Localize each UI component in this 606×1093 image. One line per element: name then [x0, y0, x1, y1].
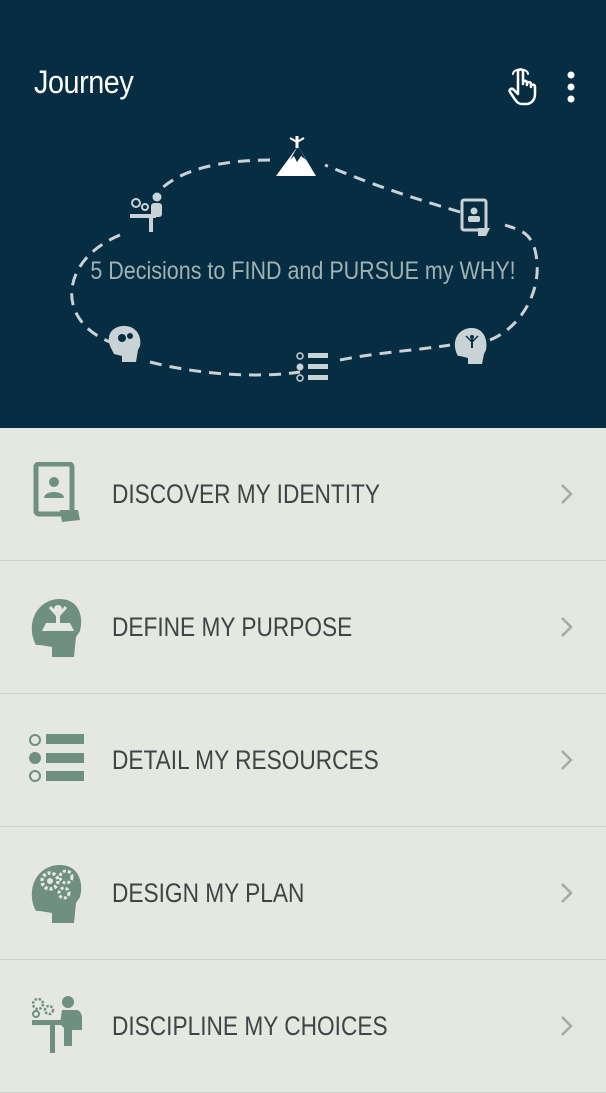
chevron-right-icon [561, 484, 573, 504]
resources-list-icon [29, 734, 84, 782]
tablet-identity-small-icon [460, 198, 490, 236]
gear-head-small-icon [108, 325, 141, 362]
more-vertical-icon [567, 71, 575, 103]
menu-item-label: DISCIPLINE MY CHOICES [112, 1011, 388, 1041]
menu-item-label: DISCOVER MY IDENTITY [112, 479, 380, 509]
chevron-right-icon [561, 1016, 573, 1036]
identity-tablet-icon [33, 462, 80, 522]
choices-desk-icon [31, 996, 82, 1053]
page-title: Journey [34, 64, 134, 100]
design-plan-item[interactable]: DESIGN MY PLAN [0, 827, 606, 960]
detail-resources-item[interactable]: DETAIL MY RESOURCES [0, 694, 606, 827]
menu-item-label: DESIGN MY PLAN [112, 878, 305, 908]
resource-list-small-icon [296, 352, 328, 382]
plan-gears-head-icon [31, 864, 82, 923]
purpose-head-small-icon [454, 327, 487, 364]
purpose-head-icon [31, 598, 82, 657]
decision-list: DISCOVER MY IDENTITY DEFINE MY PURPOSE D [0, 428, 606, 1093]
journey-tagline: 5 Decisions to FIND and PURSUE my WHY! [90, 257, 516, 285]
desk-person-small-icon [130, 192, 162, 232]
define-purpose-item[interactable]: DEFINE MY PURPOSE [0, 561, 606, 694]
chevron-right-icon [561, 617, 573, 637]
more-options-button[interactable] [558, 70, 584, 106]
tap-button[interactable] [504, 66, 540, 108]
chevron-right-icon [561, 750, 573, 770]
menu-item-label: DEFINE MY PURPOSE [112, 612, 353, 642]
app-header: Journey 5 Decisions to FIND and PURSUE m… [0, 0, 606, 428]
chevron-right-icon [561, 883, 573, 903]
menu-item-label: DETAIL MY RESOURCES [112, 745, 379, 775]
discipline-choices-item[interactable]: DISCIPLINE MY CHOICES [0, 960, 606, 1093]
discover-identity-item[interactable]: DISCOVER MY IDENTITY [0, 428, 606, 561]
mountain-summit-icon [276, 136, 316, 176]
tap-hand-icon [508, 68, 537, 106]
